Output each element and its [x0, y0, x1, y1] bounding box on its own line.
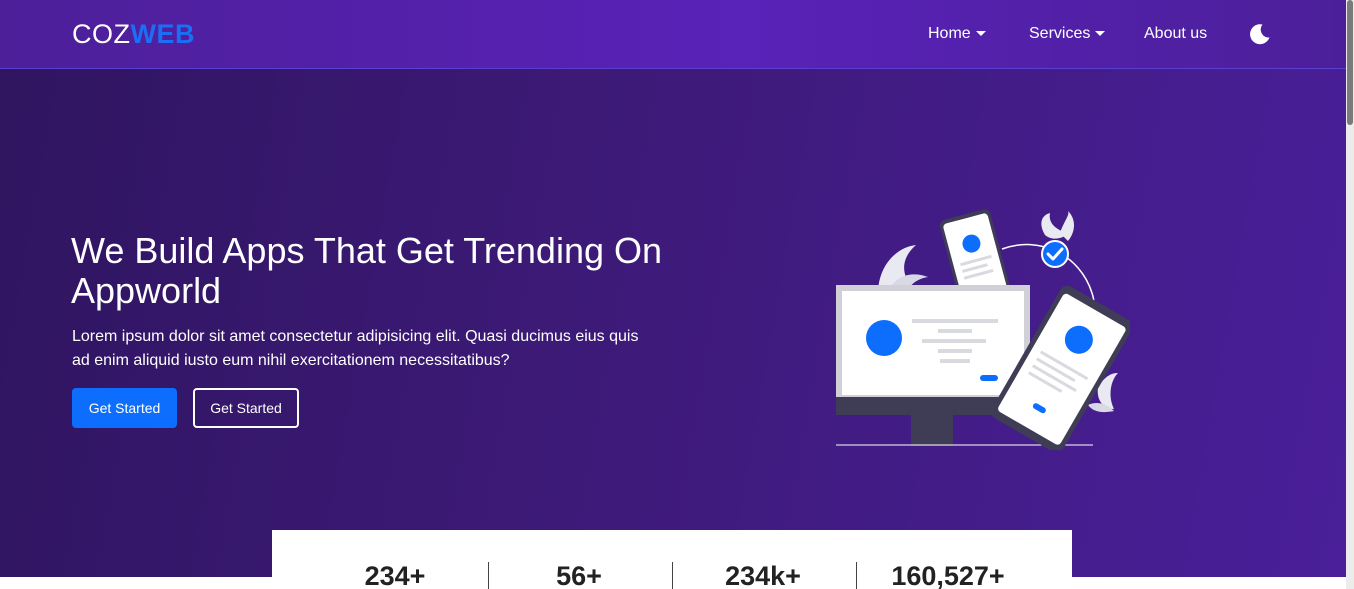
- nav-item-about-label: About us: [1144, 25, 1208, 42]
- nav-item-services[interactable]: Services: [1029, 24, 1106, 44]
- logo-text-primary: COZ: [72, 19, 131, 49]
- stat-value-2: 56+: [556, 561, 602, 589]
- nav-item-home-label: Home: [928, 25, 971, 42]
- stat-value-4: 160,527+: [891, 561, 1005, 589]
- stat-divider: [488, 562, 489, 589]
- logo-text-accent: WEB: [130, 19, 195, 49]
- stat-divider: [672, 562, 673, 589]
- stats-panel: 234+ 56+ 234k+ 160,527+: [272, 530, 1072, 589]
- nav-item-services-label: Services: [1029, 25, 1091, 42]
- get-started-button-outline[interactable]: Get Started: [193, 388, 299, 428]
- stat-divider: [856, 562, 857, 589]
- theme-toggle-button[interactable]: [1248, 22, 1272, 46]
- scrollbar-thumb[interactable]: [1347, 0, 1353, 125]
- hero-description: Lorem ipsum dolor sit amet consectetur a…: [72, 328, 639, 369]
- caret-down-icon: [975, 31, 986, 37]
- logo[interactable]: COZWEB: [72, 18, 195, 50]
- stat-value-1: 234+: [364, 561, 426, 589]
- nav-item-about[interactable]: About us: [1144, 24, 1207, 44]
- moon-icon: [1250, 24, 1270, 45]
- stat-value-3: 234k+: [725, 561, 801, 589]
- hero-illustration: [830, 205, 1133, 453]
- hero-title: We Build Apps That Get Trending On Appwo…: [71, 230, 663, 311]
- navbar: COZWEB Home Services About us: [0, 0, 1346, 69]
- caret-down-icon: [1095, 31, 1106, 37]
- nav-item-home[interactable]: Home: [928, 24, 986, 44]
- get-started-button-primary[interactable]: Get Started: [72, 388, 177, 428]
